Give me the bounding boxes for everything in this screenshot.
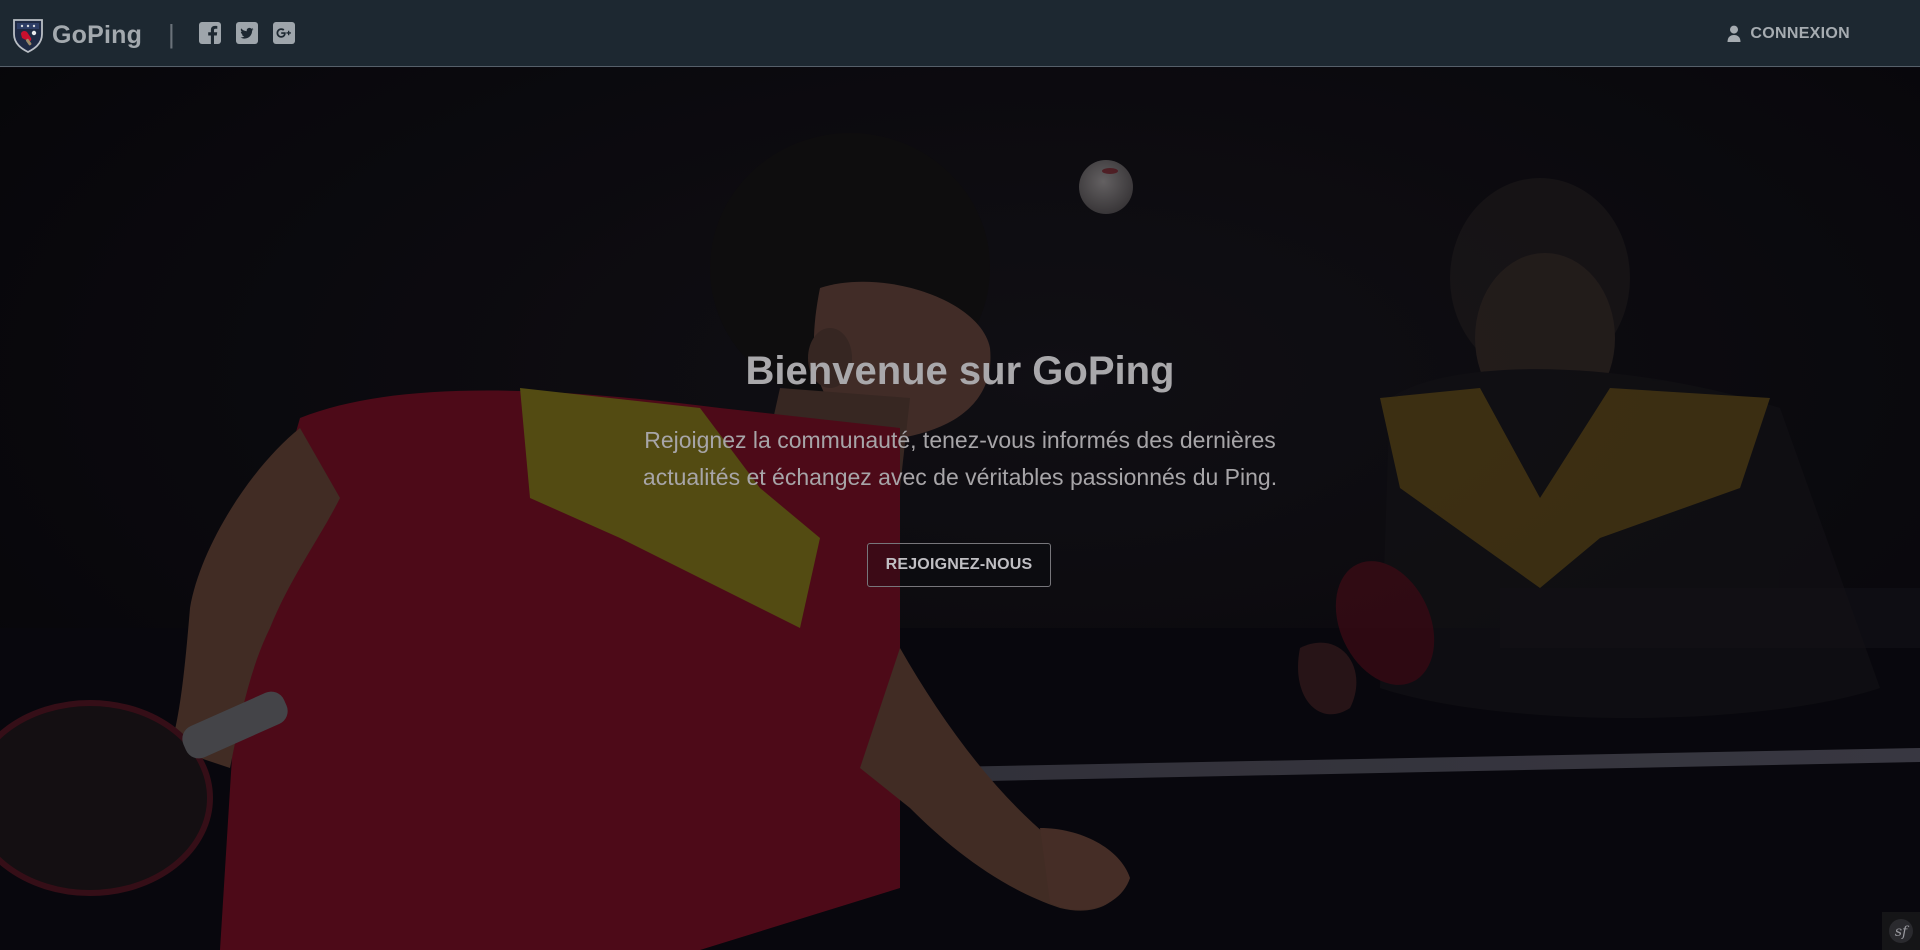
google-plus-square-icon — [273, 22, 295, 44]
facebook-link[interactable] — [199, 22, 221, 44]
google-plus-link[interactable] — [273, 22, 295, 44]
symfony-toolbar-button[interactable]: sf — [1882, 912, 1920, 950]
top-navbar: GoPing | CONNEXION — [0, 0, 1920, 67]
join-us-button[interactable]: REJOIGNEZ-NOUS — [867, 543, 1051, 587]
nav-separator: | — [168, 19, 175, 49]
hero-section: Bienvenue sur GoPing Rejoignez la commun… — [0, 68, 1920, 950]
goping-logo-icon — [13, 19, 43, 53]
user-icon — [1727, 25, 1741, 42]
twitter-square-icon — [236, 22, 258, 44]
brand-home-link[interactable]: GoPing — [12, 17, 142, 53]
hero-content: Bienvenue sur GoPing Rejoignez la commun… — [0, 68, 1920, 950]
hero-title: Bienvenue sur GoPing — [745, 349, 1175, 393]
twitter-link[interactable] — [236, 22, 258, 44]
page: GoPing | CONNEXION Bienvenue sur GoPing … — [0, 0, 1920, 950]
login-link[interactable]: CONNEXION — [1727, 22, 1850, 46]
hero-subtitle: Rejoignez la communauté, tenez-vous info… — [642, 427, 1278, 490]
symfony-icon: sf — [1889, 919, 1913, 943]
brand-name: GoPing — [52, 20, 143, 49]
login-label: CONNEXION — [1750, 25, 1850, 42]
facebook-square-icon — [199, 22, 221, 44]
